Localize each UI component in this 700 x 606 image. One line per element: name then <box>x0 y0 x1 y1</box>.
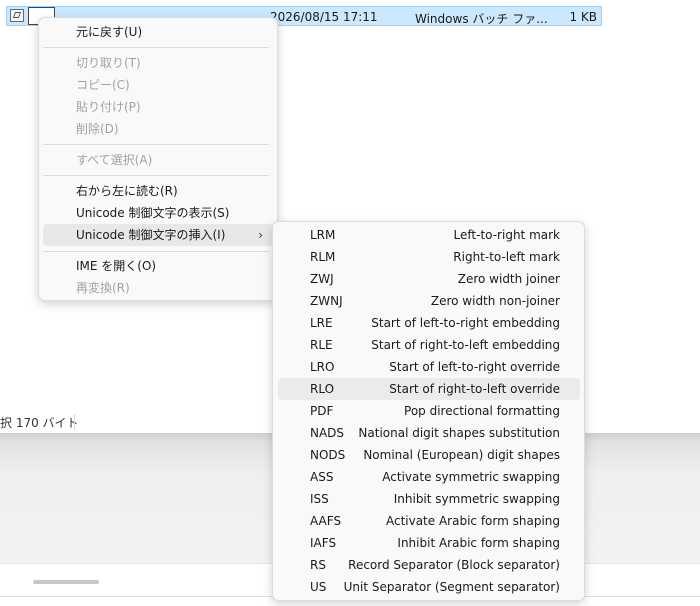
submenu-item-us[interactable]: US Unit Separator (Segment separator) <box>278 576 580 598</box>
submenu-item-iafs[interactable]: IAFS Inhibit Arabic form shaping <box>278 532 580 554</box>
menu-item-show-unicode-control[interactable]: Unicode 制御文字の表示(S) <box>43 202 273 224</box>
submenu-item-aafs[interactable]: AAFS Activate Arabic form shaping <box>278 510 580 532</box>
submenu-item-zwj[interactable]: ZWJ Zero width joiner <box>278 268 580 290</box>
context-menu: 元に戻す(U) 切り取り(T) コピー(C) 貼り付け(P) 削除(D) すべて… <box>38 17 278 301</box>
submenu-item-lre[interactable]: LRE Start of left-to-right embedding <box>278 312 580 334</box>
status-selection-text: 択 170 バイト <box>0 416 79 430</box>
submenu-item-iss[interactable]: ISS Inhibit symmetric swapping <box>278 488 580 510</box>
menu-separator <box>43 144 269 145</box>
file-type: Windows バッチ ファ... <box>415 12 548 26</box>
menu-item-copy: コピー(C) <box>76 78 130 92</box>
menu-separator <box>43 47 269 48</box>
unicode-control-submenu: LRM Left-to-right mark RLM Right-to-left m… <box>272 221 585 601</box>
file-date-modified: 2026/08/15 17:11 <box>270 10 378 24</box>
horizontal-scrollbar-thumb[interactable] <box>33 580 99 584</box>
menu-item-paste: 貼り付け(P) <box>76 100 141 114</box>
submenu-item-rlm[interactable]: RLM Right-to-left mark <box>278 246 580 268</box>
chevron-right-icon: › <box>258 228 263 242</box>
submenu-item-ass[interactable]: ASS Activate symmetric swapping <box>278 466 580 488</box>
menu-separator <box>43 251 269 252</box>
status-divider <box>74 414 75 430</box>
submenu-item-lrm[interactable]: LRM Left-to-right mark <box>278 224 580 246</box>
menu-item-open-ime[interactable]: IME を開く(O) <box>43 255 273 277</box>
file-size: 1 KB <box>569 10 597 24</box>
menu-item-cut: 切り取り(T) <box>76 56 141 70</box>
submenu-item-nods[interactable]: NODS Nominal (European) digit shapes <box>278 444 580 466</box>
menu-item-reconvert: 再変換(R) <box>76 281 130 295</box>
menu-item-select-all: すべて選択(A) <box>76 153 153 167</box>
submenu-item-rs[interactable]: RS Record Separator (Block separator) <box>278 554 580 576</box>
submenu-item-lro[interactable]: LRO Start of left-to-right override <box>278 356 580 378</box>
menu-item-delete: 削除(D) <box>76 122 119 136</box>
submenu-item-nads[interactable]: NADS National digit shapes substitution <box>278 422 580 444</box>
submenu-item-rle[interactable]: RLE Start of right-to-left embedding <box>278 334 580 356</box>
submenu-item-rlo[interactable]: RLO Start of right-to-left override <box>278 378 580 400</box>
menu-item-insert-unicode-control[interactable]: Unicode 制御文字の挿入(I) › <box>43 224 273 246</box>
batch-file-icon <box>10 9 24 22</box>
submenu-item-pdf[interactable]: PDF Pop directional formatting <box>278 400 580 422</box>
menu-item-undo[interactable]: 元に戻す(U) <box>43 21 273 43</box>
submenu-item-zwnj[interactable]: ZWNJ Zero width non-joiner <box>278 290 580 312</box>
menu-separator <box>43 175 269 176</box>
menu-item-right-to-left-reading[interactable]: 右から左に読む(R) <box>43 180 273 202</box>
